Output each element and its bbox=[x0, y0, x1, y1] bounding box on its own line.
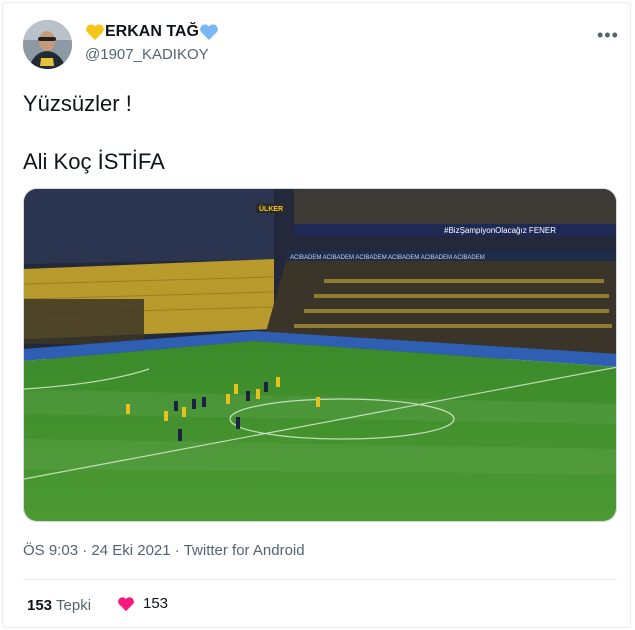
banner-text: #BizŞampiyonOlacağız FENER bbox=[444, 226, 556, 235]
meta-separator-2: · bbox=[174, 542, 180, 559]
tweet-meta: ÖS 9:03 · 24 Eki 2021 · Twitter for Andr… bbox=[23, 542, 305, 559]
stadium-photo: #BizŞampiyonOlacağız FENER ÜLKER ACIBADE… bbox=[24, 189, 616, 521]
heart-icon bbox=[118, 596, 134, 611]
tweet-media-image[interactable]: #BizŞampiyonOlacağız FENER ÜLKER ACIBADE… bbox=[23, 188, 617, 522]
tweet-source[interactable]: Twitter for Android bbox=[184, 542, 305, 559]
author-name: ERKAN TAĞ bbox=[105, 23, 199, 40]
blue-heart-icon bbox=[200, 24, 218, 40]
like-button[interactable]: 153 bbox=[117, 595, 168, 612]
reactions-count: 153 bbox=[27, 597, 53, 614]
yellow-heart-icon bbox=[86, 24, 104, 40]
tweet-date[interactable]: 24 Eki 2021 bbox=[91, 542, 170, 559]
likes-count: 153 bbox=[143, 595, 169, 612]
avatar-image bbox=[23, 20, 72, 69]
reactions-stat[interactable]: 153 Tepki bbox=[27, 597, 91, 614]
divider bbox=[23, 579, 617, 580]
tweet-text-line-1: Yüzsüzler ! bbox=[23, 91, 132, 116]
ulker-sign: ÜLKER bbox=[259, 204, 283, 213]
tweet-text-line-2: Ali Koç İSTİFA bbox=[23, 149, 165, 174]
sponsor-strip: ACIBADEM ACIBADEM ACIBADEM ACIBADEM ACIB… bbox=[290, 255, 485, 261]
author-handle[interactable]: @1907_KADIKOY bbox=[85, 46, 209, 63]
more-options-icon[interactable]: ••• bbox=[597, 25, 619, 46]
author-name-row[interactable]: ERKAN TAĞ bbox=[85, 23, 219, 41]
reactions-label: Tepki bbox=[56, 597, 92, 614]
avatar[interactable] bbox=[23, 20, 72, 69]
tweet-time[interactable]: ÖS 9:03 bbox=[23, 542, 78, 559]
tweet-card: ERKAN TAĞ @1907_KADIKOY ••• Yüzsüzler ! … bbox=[2, 2, 631, 628]
meta-separator: · bbox=[82, 542, 88, 559]
